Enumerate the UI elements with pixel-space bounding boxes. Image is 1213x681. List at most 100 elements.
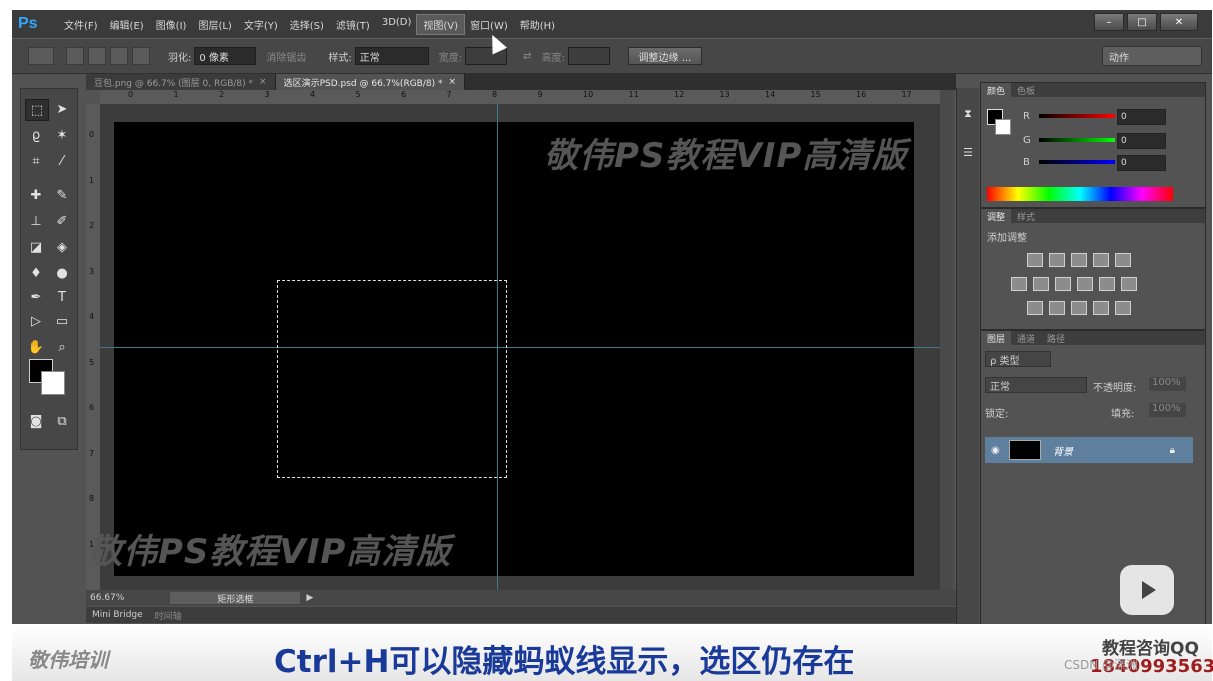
clone-stamp-tool-icon[interactable]: ⊥ — [25, 211, 47, 231]
background-color-swatch[interactable] — [41, 371, 65, 395]
tab-mini-bridge[interactable]: Mini Bridge — [86, 610, 149, 620]
eye-icon[interactable]: ◉ — [991, 445, 1000, 456]
photo-filter-icon[interactable] — [1077, 277, 1093, 291]
crop-tool-icon[interactable]: ⌗ — [25, 151, 47, 171]
pen-tool-icon[interactable]: ✒ — [25, 287, 47, 307]
minimize-button[interactable]: – — [1094, 13, 1124, 31]
channel-mixer-icon[interactable] — [1099, 277, 1115, 291]
text-tool-icon[interactable]: T — [51, 287, 73, 307]
bg-color-swatch[interactable] — [995, 119, 1011, 135]
b-slider[interactable] — [1039, 160, 1115, 164]
opacity-input[interactable]: 100% — [1149, 377, 1186, 391]
height-input[interactable] — [567, 47, 610, 65]
bilibili-play-icon[interactable] — [1120, 565, 1174, 615]
zoom-level[interactable]: 66.67% — [90, 593, 124, 603]
g-slider[interactable] — [1039, 138, 1115, 142]
r-input[interactable]: 0 — [1117, 109, 1166, 125]
b-input[interactable]: 0 — [1117, 155, 1166, 171]
selection-marquee[interactable] — [277, 280, 507, 478]
vertical-scrollbar[interactable] — [940, 90, 954, 594]
threshold-icon[interactable] — [1071, 301, 1087, 315]
horizontal-ruler[interactable]: 0 1 2 3 4 5 6 7 8 9 10 11 12 13 14 15 16 17 — [100, 90, 940, 105]
vertical-ruler[interactable]: 0123456781 — [86, 104, 101, 590]
tab-layers[interactable]: 图层 — [981, 331, 1012, 345]
rectangle-shape-tool-icon[interactable]: ▭ — [51, 311, 73, 331]
fill-input[interactable]: 100% — [1149, 403, 1186, 417]
eyedropper-tool-icon[interactable]: ⁄ — [51, 151, 73, 171]
dodge-tool-icon[interactable]: ● — [51, 263, 73, 283]
brightness-icon[interactable] — [1027, 253, 1043, 267]
menu-view[interactable]: 视图(V) — [416, 13, 466, 35]
add-selection-icon[interactable] — [88, 47, 106, 65]
style-select[interactable]: 正常 — [354, 47, 429, 65]
menu-edit[interactable]: 编辑(E) — [104, 15, 150, 34]
levels-icon[interactable] — [1049, 253, 1065, 267]
healing-brush-tool-icon[interactable]: ✚ — [25, 185, 47, 205]
refine-edge-button[interactable]: 调整边缘 ... — [627, 47, 702, 65]
rect-marquee-tool-icon[interactable]: ⬚ — [25, 99, 49, 121]
maximize-button[interactable]: □ — [1127, 13, 1157, 31]
gradient-map-icon[interactable] — [1093, 301, 1109, 315]
history-brush-tool-icon[interactable]: ✐ — [51, 211, 73, 231]
menu-help[interactable]: 帮助(H) — [514, 15, 561, 34]
subtract-selection-icon[interactable] — [110, 47, 128, 65]
zoom-tool-icon[interactable]: ⌕ — [51, 337, 73, 357]
menu-layer[interactable]: 图层(L) — [192, 15, 237, 34]
menu-image[interactable]: 图像(I) — [150, 15, 193, 34]
history-panel-icon[interactable]: ⧗ — [960, 106, 976, 122]
magic-wand-tool-icon[interactable]: ✶ — [51, 125, 73, 145]
color-lookup-icon[interactable] — [1121, 277, 1137, 291]
tab-doubao[interactable]: 豆包.png @ 66.7% (图层 0, RGB/8) * × — [86, 74, 276, 90]
tab-styles[interactable]: 样式 — [1011, 209, 1041, 223]
hand-tool-icon[interactable]: ✋ — [25, 337, 47, 357]
status-menu-arrow-icon[interactable]: ▶ — [306, 593, 313, 603]
menu-type[interactable]: 文字(Y) — [238, 15, 284, 34]
color-spectrum[interactable] — [987, 187, 1173, 201]
menu-3d[interactable]: 3D(D) — [376, 15, 418, 34]
status-info-field[interactable]: 矩形选框 — [170, 592, 301, 605]
layer-filter-select[interactable]: ρ 类型 — [985, 351, 1051, 367]
screen-mode-icon[interactable]: ⧉ — [51, 411, 73, 431]
tab-color[interactable]: 颜色 — [981, 83, 1012, 97]
menu-window[interactable]: 窗口(W) — [464, 15, 514, 34]
tab-close-icon[interactable]: × — [448, 77, 456, 87]
menu-file[interactable]: 文件(F) — [58, 15, 104, 34]
new-selection-icon[interactable] — [66, 47, 84, 65]
document-canvas[interactable]: 敬伟PS教程VIP高清版 敬伟PS教程VIP高清版 — [88, 122, 914, 576]
g-input[interactable]: 0 — [1117, 133, 1166, 149]
blend-mode-select[interactable]: 正常 — [985, 377, 1087, 393]
close-button[interactable]: ✕ — [1160, 13, 1198, 31]
r-slider[interactable] — [1039, 114, 1115, 118]
workspace-select[interactable]: 动作 — [1102, 46, 1202, 66]
swap-icon[interactable]: ⇄ — [523, 51, 531, 62]
tab-close-icon[interactable]: × — [259, 77, 267, 87]
exposure-icon[interactable] — [1093, 253, 1109, 267]
invert-icon[interactable] — [1027, 301, 1043, 315]
menu-filter[interactable]: 滤镜(T) — [330, 15, 376, 34]
black-white-icon[interactable] — [1055, 277, 1071, 291]
horizontal-guide[interactable] — [100, 347, 940, 348]
color-balance-icon[interactable] — [1033, 277, 1049, 291]
selective-color-icon[interactable] — [1115, 301, 1131, 315]
blur-tool-icon[interactable]: ♦ — [25, 263, 47, 283]
marquee-preset-icon[interactable] — [28, 47, 54, 65]
tab-channels[interactable]: 通道 — [1011, 331, 1041, 345]
tab-adjustments[interactable]: 调整 — [981, 209, 1012, 223]
path-selection-tool-icon[interactable]: ▷ — [25, 311, 47, 331]
intersect-selection-icon[interactable] — [132, 47, 150, 65]
canvas-area[interactable]: 敬伟PS教程VIP高清版 敬伟PS教程VIP高清版 — [88, 104, 940, 594]
hue-saturation-icon[interactable] — [1011, 277, 1027, 291]
posterize-icon[interactable] — [1049, 301, 1065, 315]
antialias-checkbox[interactable]: 消除锯齿 — [266, 49, 306, 64]
eraser-tool-icon[interactable]: ◪ — [25, 237, 47, 257]
vibrance-icon[interactable] — [1115, 253, 1131, 267]
curves-icon[interactable] — [1071, 253, 1087, 267]
layer-name[interactable]: 背景 — [1053, 443, 1073, 458]
brush-tool-icon[interactable]: ✎ — [51, 185, 73, 205]
tab-swatches[interactable]: 色板 — [1011, 83, 1041, 97]
tab-selection-demo[interactable]: 选区演示PSD.psd @ 66.7%(RGB/8) * × — [275, 74, 466, 90]
menu-select[interactable]: 选择(S) — [284, 15, 330, 34]
paint-bucket-tool-icon[interactable]: ◈ — [51, 237, 73, 257]
feather-input[interactable]: 0 像素 — [194, 47, 257, 65]
quick-mask-icon[interactable]: ◙ — [25, 411, 47, 431]
